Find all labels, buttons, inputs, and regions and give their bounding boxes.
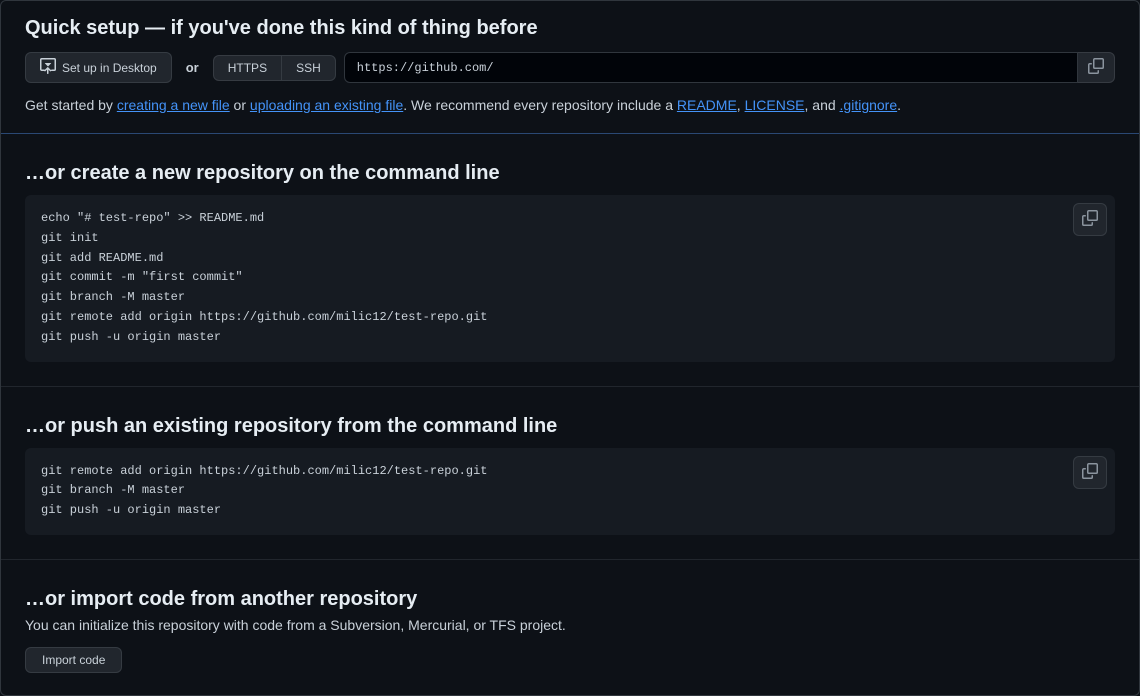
protocol-toggle: HTTPS SSH [213,55,336,81]
https-button[interactable]: HTTPS [213,55,281,81]
upload-file-link[interactable]: uploading an existing file [250,97,403,113]
setup-controls-row: Set up in Desktop or HTTPS SSH [25,52,1115,83]
create-repo-heading: …or create a new repository on the comma… [25,162,1115,185]
or-separator: or [180,60,205,75]
create-code-block[interactable]: echo "# test-repo" >> README.md git init… [25,195,1115,362]
clone-url-input[interactable] [344,52,1078,83]
import-repo-heading: …or import code from another repository [25,588,1115,611]
create-code-wrap: echo "# test-repo" >> README.md git init… [25,195,1115,362]
readme-link[interactable]: README [677,97,737,113]
push-code-wrap: git remote add origin https://github.com… [25,448,1115,535]
desktop-icon [40,58,56,77]
copy-url-button[interactable] [1078,52,1115,83]
push-repo-section: …or push an existing repository from the… [1,387,1139,560]
ssh-button[interactable]: SSH [281,55,336,81]
copy-icon [1082,210,1098,229]
help-text: Get started by creating a new file or up… [25,97,1115,113]
copy-create-code-button[interactable] [1073,203,1107,236]
push-code-block[interactable]: git remote add origin https://github.com… [25,448,1115,535]
copy-push-code-button[interactable] [1073,456,1107,489]
license-link[interactable]: LICENSE [745,97,805,113]
copy-icon [1082,463,1098,482]
push-repo-heading: …or push an existing repository from the… [25,415,1115,438]
import-code-button[interactable]: Import code [25,647,122,673]
quick-setup-heading: Quick setup — if you've done this kind o… [25,17,1115,40]
setup-desktop-label: Set up in Desktop [62,61,157,75]
clone-url-group [344,52,1115,83]
create-file-link[interactable]: creating a new file [117,97,230,113]
quick-setup-section: Quick setup — if you've done this kind o… [1,1,1139,134]
copy-icon [1088,58,1104,77]
gitignore-link[interactable]: .gitignore [840,97,898,113]
setup-desktop-button[interactable]: Set up in Desktop [25,52,172,83]
create-repo-section: …or create a new repository on the comma… [1,134,1139,387]
import-repo-section: …or import code from another repository … [1,560,1139,695]
